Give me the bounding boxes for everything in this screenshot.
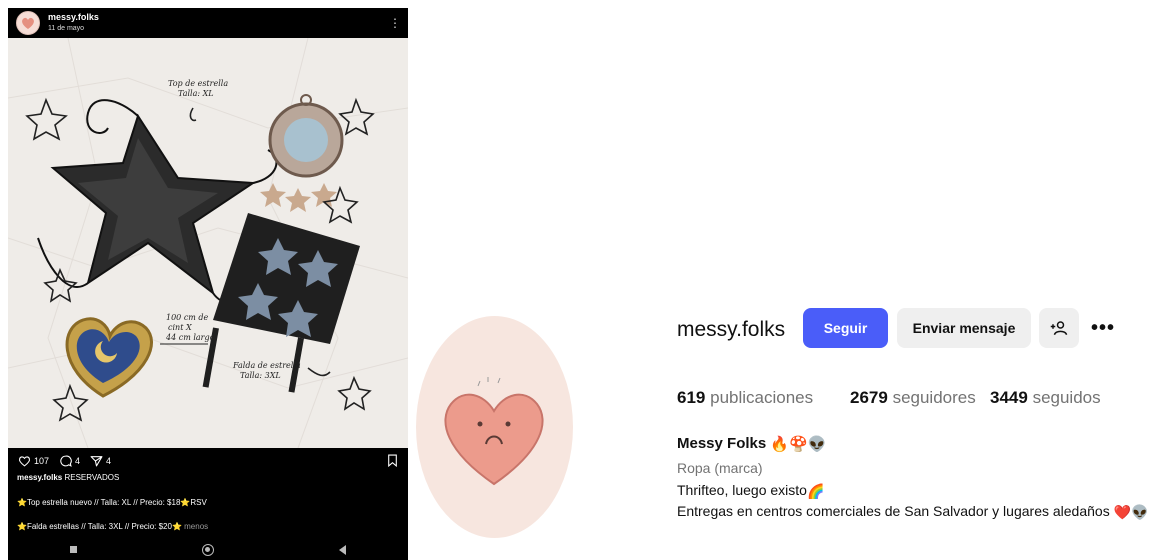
star-emoji-icon: ⭐ [17, 498, 27, 507]
caption-line-2: ⭐Falda estrellas // Talla: 3XL // Precio… [17, 522, 208, 531]
handwriting-top-label-1: Top de estrella [168, 79, 228, 88]
caption-line-1-text: Top estrella nuevo // Talla: XL // Preci… [26, 498, 181, 507]
handwriting-skirt-1: Falda de estrella [232, 361, 301, 370]
handwriting-measure-3: 44 cm largo [165, 333, 215, 342]
alien-icon: 👽 [807, 436, 827, 454]
likes-count: 107 [34, 456, 50, 466]
post-date: 11 de mayo [48, 25, 85, 32]
post-header: messy.folks 11 de mayo ⋮ [8, 8, 408, 38]
send-icon [90, 456, 103, 467]
post-author-avatar[interactable] [16, 11, 40, 35]
posts-stat[interactable]: 619 publicaciones [677, 388, 813, 408]
following-label: seguidos [1032, 388, 1101, 407]
profile-category: Ropa (marca) [677, 460, 763, 476]
followers-label: seguidores [892, 388, 976, 407]
bio-line-2: Entregas en centros comerciales de San S… [677, 503, 1148, 521]
handwriting-measure-2: cint X [168, 323, 192, 332]
post-actions-bar: 107 4 4 [8, 450, 408, 472]
comment-button[interactable]: 4 [59, 455, 80, 467]
handwriting-measure-1: 100 cm de [166, 313, 209, 322]
star-emoji-icon: ⭐ [180, 498, 191, 507]
handwriting-skirt-2: Talla: 3XL [240, 371, 281, 380]
alien-icon: 👽 [1131, 503, 1149, 520]
add-person-icon [1050, 321, 1068, 336]
caption-line-2-text: Falda estrellas // Talla: 3XL // Precio:… [26, 522, 172, 531]
android-nav-bar [8, 539, 408, 560]
following-count: 3449 [990, 388, 1028, 407]
comment-icon [60, 455, 72, 467]
heart-emoji-icon: ❤️ [1113, 503, 1132, 520]
rainbow-icon: 🌈 [806, 482, 825, 499]
caption-header: messy.folks RESERVADOS [17, 473, 119, 482]
bio-line-1: Thrifteo, luego existo🌈 [677, 482, 824, 500]
post-options-icon[interactable]: ⋮ [389, 16, 401, 30]
following-stat[interactable]: 3449 seguidos [990, 388, 1101, 408]
heart-icon [18, 456, 31, 467]
home-nav-icon[interactable] [201, 543, 214, 556]
star-emoji-icon: ⭐ [171, 522, 182, 531]
sad-heart-icon [444, 377, 544, 486]
suggest-users-button[interactable] [1039, 308, 1079, 348]
shares-count: 4 [106, 456, 112, 466]
send-message-button[interactable]: Enviar mensaje [897, 308, 1031, 348]
comments-count: 4 [75, 456, 81, 466]
mushroom-icon: 🍄 [789, 436, 808, 454]
recents-nav-icon[interactable] [70, 546, 78, 553]
post-author-username[interactable]: messy.folks [48, 12, 99, 23]
profile-avatar[interactable] [416, 316, 573, 538]
share-button[interactable]: 4 [90, 455, 111, 467]
profile-display-name: Messy Folks 🔥🍄👽 [677, 435, 826, 453]
caption-line-1: ⭐Top estrella nuevo // Talla: XL // Prec… [17, 498, 207, 507]
post-panel: messy.folks 11 de mayo ⋮ Top de estrella… [8, 8, 408, 560]
bookmark-icon [388, 454, 397, 467]
display-name-text: Messy Folks [677, 435, 767, 452]
followers-stat[interactable]: 2679 seguidores [850, 388, 976, 408]
bio-line-1-text: Thrifteo, luego existo [677, 482, 807, 498]
caption-username[interactable]: messy.folks [17, 473, 62, 482]
handwriting-top-label-2: Talla: XL [178, 89, 214, 98]
more-options-icon[interactable]: ••• [1088, 316, 1118, 340]
fire-icon: 🔥 [770, 436, 790, 454]
post-image[interactable]: Top de estrella Talla: XL 100 cm de cint… [8, 38, 408, 448]
follow-button[interactable]: Seguir [803, 308, 888, 348]
back-nav-icon[interactable] [338, 544, 346, 555]
profile-username: messy.folks [677, 318, 786, 341]
caption-line-1-tail: RSV [190, 498, 207, 507]
posts-count: 619 [677, 388, 706, 407]
posts-label: publicaciones [710, 388, 814, 407]
followers-count: 2679 [850, 388, 888, 407]
like-button[interactable]: 107 [18, 455, 49, 467]
save-button[interactable] [387, 454, 398, 469]
caption-less-link[interactable]: menos [184, 522, 208, 531]
caption-status: RESERVADOS [64, 473, 120, 482]
bio-line-2-text: Entregas en centros comerciales de San S… [677, 503, 1110, 519]
star-emoji-icon: ⭐ [17, 522, 27, 531]
